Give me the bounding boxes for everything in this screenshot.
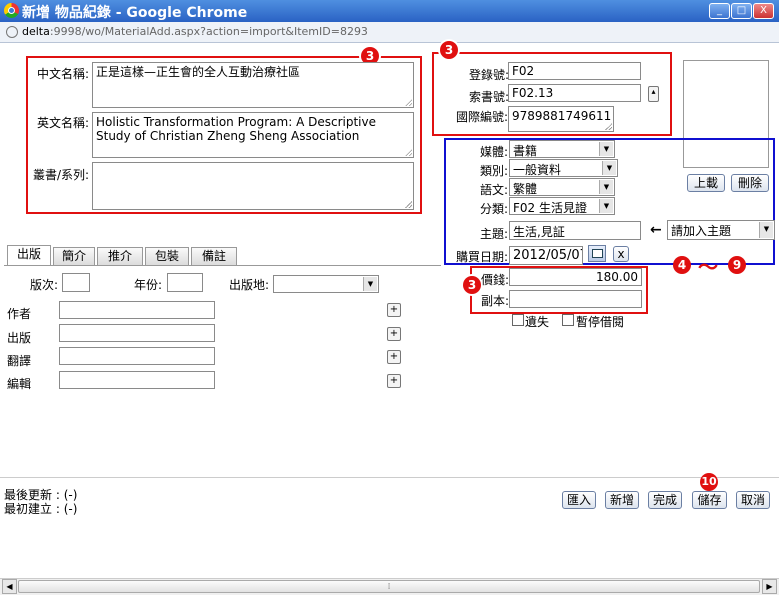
suspend-label: 暫停借閱 [576, 315, 625, 329]
scroll-left-icon[interactable]: ◀ [2, 579, 17, 594]
publisher-label: 出版 [7, 331, 32, 345]
english-title-input[interactable]: Holistic Transformation Program: A Descr… [92, 112, 414, 158]
series-input[interactable] [92, 162, 414, 210]
price-label: 價錢: [481, 273, 510, 287]
annotation-badge-4: 4 [673, 256, 691, 274]
chinese-title-input[interactable]: 正是這樣—正生會的全人互動治療社區 [92, 62, 414, 108]
isbn-input[interactable]: 9789881749611 [508, 106, 614, 132]
call-number-label: 索書號: [469, 90, 510, 104]
tab-summary[interactable]: 簡介 [53, 247, 95, 265]
new-button[interactable]: 新增 [605, 491, 639, 509]
english-title-label: 英文名稱: [37, 116, 90, 130]
purchase-date-input[interactable]: 2012/05/07 [509, 246, 583, 265]
subject-input[interactable]: 生活,見証 [509, 221, 641, 240]
media-label: 媒體: [480, 145, 509, 159]
purchase-date-label: 購買日期: [456, 250, 509, 264]
chrome-icon [4, 3, 19, 18]
done-button[interactable]: 完成 [648, 491, 682, 509]
publisher-input[interactable] [59, 324, 215, 342]
editor-label: 編輯 [7, 377, 32, 391]
save-button[interactable]: 儲存 [692, 491, 727, 509]
lost-label: 遺失 [525, 315, 550, 329]
translator-label: 翻譯 [7, 354, 32, 368]
add-publisher-button[interactable]: + [387, 327, 401, 341]
copy-label: 副本: [481, 294, 510, 308]
annotation-tilde: ～ [698, 255, 718, 279]
url-host: delta [22, 25, 50, 38]
call-number-input[interactable]: F02.13 [508, 84, 641, 102]
tab-divider [4, 265, 441, 266]
media-select[interactable]: 書籍 ▼ [509, 140, 615, 158]
category-label: 類別: [480, 164, 509, 178]
chevron-down-icon: ▼ [599, 199, 613, 213]
maximize-button[interactable]: □ [731, 3, 752, 19]
clear-date-button[interactable]: x [613, 246, 629, 262]
lost-checkbox[interactable] [512, 314, 524, 326]
call-number-lookup-button[interactable]: ▴ [648, 86, 659, 102]
place-select[interactable]: ▼ [273, 275, 379, 293]
footer-divider [0, 477, 779, 478]
arrow-left-icon: ← [650, 222, 662, 238]
author-label: 作者 [7, 307, 32, 321]
place-label: 出版地: [229, 278, 270, 292]
category-value: 一般資料 [513, 163, 562, 177]
isbn-label: 國際編號: [456, 110, 509, 124]
chevron-down-icon: ▼ [599, 180, 613, 194]
classification-value: F02 生活見證 [513, 201, 587, 215]
registration-input[interactable]: F02 [508, 62, 641, 80]
tab-remarks[interactable]: 備註 [191, 247, 237, 265]
annotation-badge-3: 3 [440, 41, 458, 59]
created-label-text: 最初建立 : [4, 502, 60, 516]
category-select[interactable]: 一般資料 ▼ [509, 159, 618, 177]
author-input[interactable] [59, 301, 215, 319]
scroll-thumb[interactable]: ⁞ [18, 580, 760, 593]
registration-label: 登錄號: [469, 68, 510, 82]
tab-packaging[interactable]: 包裝 [145, 247, 189, 265]
add-subject-value: 請加入主題 [671, 224, 732, 238]
annotation-badge-10: 10 [700, 473, 718, 491]
copy-input[interactable] [509, 290, 642, 308]
add-translator-button[interactable]: + [387, 350, 401, 364]
annotation-badge-9: 9 [728, 256, 746, 274]
language-select[interactable]: 繁體 ▼ [509, 178, 615, 196]
classification-label: 分類: [480, 202, 509, 216]
add-editor-button[interactable]: + [387, 374, 401, 388]
url-path: :9998/wo/MaterialAdd.aspx?action=import&… [49, 25, 368, 38]
language-value: 繁體 [513, 182, 538, 196]
price-input[interactable]: 180.00 [509, 268, 642, 286]
tab-recommend[interactable]: 推介 [97, 247, 143, 265]
chinese-title-label: 中文名稱: [37, 67, 90, 81]
subject-label: 主題: [480, 227, 509, 241]
classification-select[interactable]: F02 生活見證 ▼ [509, 197, 615, 215]
url-text[interactable]: delta:9998/wo/MaterialAdd.aspx?action=im… [22, 25, 368, 38]
close-button[interactable]: X [753, 3, 774, 19]
editor-input[interactable] [59, 371, 215, 389]
add-author-button[interactable]: + [387, 303, 401, 317]
chevron-down-icon: ▼ [363, 277, 377, 291]
scroll-right-icon[interactable]: ▶ [762, 579, 777, 594]
edition-input[interactable] [62, 273, 90, 292]
created-value: (-) [63, 502, 78, 516]
media-value: 書籍 [513, 144, 538, 158]
year-input[interactable] [167, 273, 203, 292]
chevron-down-icon: ▼ [602, 161, 616, 175]
language-label: 語文: [480, 183, 509, 197]
chevron-down-icon: ▼ [759, 222, 773, 238]
import-button[interactable]: 匯入 [562, 491, 596, 509]
created-label: 最初建立 : (-) [4, 500, 77, 517]
annotation-badge-3: 3 [463, 276, 481, 294]
tab-publish[interactable]: 出版 [7, 245, 51, 265]
translator-input[interactable] [59, 347, 215, 365]
window-title: 新增 物品紀錄 - Google Chrome [22, 5, 248, 21]
minimize-button[interactable]: _ [709, 3, 730, 19]
year-label: 年份: [134, 278, 163, 292]
add-subject-select[interactable]: 請加入主題 ▼ [667, 220, 775, 240]
chevron-down-icon: ▼ [599, 142, 613, 156]
calendar-icon[interactable] [588, 245, 606, 262]
cancel-button[interactable]: 取消 [736, 491, 770, 509]
page-icon [6, 26, 18, 38]
series-label: 叢書/系列: [33, 168, 90, 182]
suspend-checkbox[interactable] [562, 314, 574, 326]
edition-label: 版次: [30, 278, 59, 292]
